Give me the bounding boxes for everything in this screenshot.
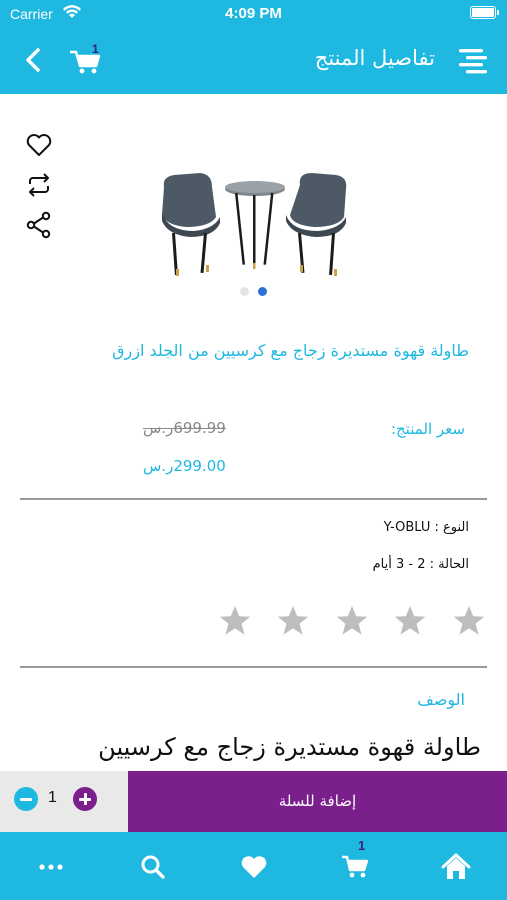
status-bar: Carrier 4:09 PM <box>0 0 507 28</box>
page-title: تفاصيل المنتج <box>314 46 435 70</box>
add-to-cart-button[interactable]: إضافة للسلة <box>128 771 507 832</box>
product-name: طاولة قهوة مستديرة زجاج مع كرسيين من الج… <box>112 341 469 360</box>
rating-stars[interactable] <box>218 604 488 640</box>
share-icon[interactable] <box>24 210 54 240</box>
quantity-stepper: 1 <box>0 771 128 832</box>
description-text: طاولة قهوة مستديرة زجاج مع كرسيين <box>98 733 481 761</box>
product-status-row: الحالة : 2 - 3 أيام <box>373 557 469 572</box>
star-icon[interactable] <box>335 604 369 638</box>
product-type-label: النوع : <box>434 520 469 535</box>
product-actions <box>24 130 54 250</box>
heart-outline-icon[interactable] <box>24 130 54 160</box>
quantity-value: 1 <box>48 789 57 806</box>
star-icon[interactable] <box>452 604 486 638</box>
old-price: 699.99ر.س <box>143 419 226 437</box>
cart-icon[interactable] <box>68 46 108 78</box>
gallery-pagination <box>240 287 272 297</box>
divider <box>20 498 487 500</box>
gallery-dot-active[interactable] <box>258 287 267 296</box>
search-icon[interactable] <box>138 852 168 882</box>
product-type-row: النوع : Y-OBLU <box>384 520 469 535</box>
tab-cart-badge: 1 <box>358 838 366 853</box>
status-time: 4:09 PM <box>225 5 282 22</box>
gallery-dot[interactable] <box>240 287 249 296</box>
product-type-value: Y-OBLU <box>383 520 431 535</box>
product-status-label: الحالة : <box>429 557 469 572</box>
product-image <box>162 173 347 276</box>
star-icon[interactable] <box>218 604 252 638</box>
price-label: سعر المنتج: <box>390 420 465 438</box>
chevron-left-icon[interactable] <box>18 44 50 76</box>
top-bar: Carrier 4:09 PM 1 تفاصيل المنتج <box>0 0 507 94</box>
battery-icon <box>470 6 499 19</box>
home-icon[interactable] <box>441 852 471 882</box>
heart-icon[interactable] <box>239 852 269 882</box>
star-icon[interactable] <box>393 604 427 638</box>
description-label: الوصف <box>417 690 465 709</box>
divider <box>20 666 487 668</box>
menu-icon[interactable] <box>457 46 489 76</box>
cart-icon[interactable] <box>340 852 370 882</box>
header: 1 تفاصيل المنتج <box>0 28 507 94</box>
star-icon[interactable] <box>276 604 310 638</box>
plus-icon[interactable] <box>73 787 97 811</box>
more-icon[interactable] <box>36 852 66 882</box>
cart-badge: 1 <box>92 42 99 56</box>
minus-icon[interactable] <box>14 787 38 811</box>
product-status-value: 2 - 3 أيام <box>372 557 426 572</box>
new-price: 299.00ر.س <box>143 457 226 475</box>
repeat-icon[interactable] <box>24 170 54 200</box>
tab-bar <box>0 832 507 900</box>
